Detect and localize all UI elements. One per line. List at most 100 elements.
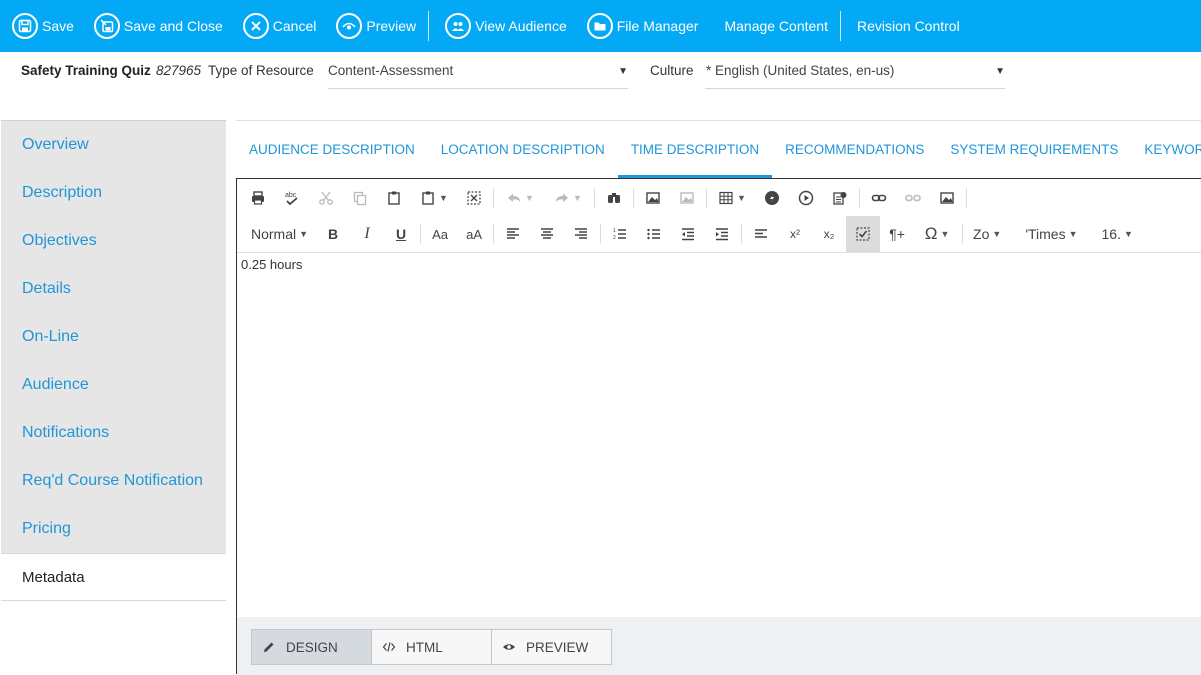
chevron-down-icon: ▼ bbox=[618, 66, 628, 77]
sidebar-item-overview[interactable]: Overview bbox=[1, 121, 226, 169]
font-name-select[interactable]: 'Times ▼ bbox=[1009, 216, 1085, 252]
sidebar-item-notifications[interactable]: Notifications bbox=[1, 409, 226, 457]
title-case-button[interactable]: Aa bbox=[423, 216, 457, 252]
preview-button[interactable]: Preview bbox=[324, 0, 424, 52]
html-mode-button[interactable]: HTML bbox=[371, 629, 492, 665]
find-replace-icon[interactable] bbox=[597, 180, 631, 216]
editor-content[interactable]: 0.25 hours bbox=[241, 257, 302, 272]
sidebar-item-metadata[interactable]: Metadata bbox=[1, 553, 226, 601]
manage-content-label: Manage Content bbox=[724, 18, 828, 34]
toolbar-separator bbox=[633, 187, 634, 208]
outdent-icon[interactable] bbox=[671, 216, 705, 252]
manage-content-button[interactable]: Manage Content bbox=[706, 0, 836, 52]
align-center-icon[interactable] bbox=[530, 216, 564, 252]
special-characters-dropdown[interactable]: Ω ▼ bbox=[914, 216, 960, 252]
align-right-icon[interactable] bbox=[564, 216, 598, 252]
underline-button[interactable]: U bbox=[384, 216, 418, 252]
paste-icon[interactable] bbox=[377, 180, 411, 216]
preview-mode-button[interactable]: PREVIEW bbox=[491, 629, 612, 665]
type-of-resource-value: Content-Assessment bbox=[328, 63, 454, 78]
paste-options-dropdown[interactable]: ▼ bbox=[411, 180, 457, 216]
sidebar-item-description[interactable]: Description bbox=[1, 169, 226, 217]
tab-system-requirements[interactable]: SYSTEM REQUIREMENTS bbox=[937, 120, 1131, 178]
top-toolbar: Save Save and Close Cancel Preview View … bbox=[0, 0, 1201, 52]
sidebar-item-details[interactable]: Details bbox=[1, 265, 226, 313]
toolbar-divider bbox=[839, 11, 841, 41]
view-audience-button[interactable]: View Audience bbox=[433, 0, 575, 52]
editor-mode-bar: DESIGN HTML PREVIEW bbox=[237, 617, 1201, 675]
culture-select[interactable]: * English (United States, en-us) ▼ bbox=[705, 56, 1005, 89]
sidebar-item-on-line[interactable]: On-Line bbox=[1, 313, 226, 361]
toolbar-separator bbox=[966, 187, 967, 208]
zoom-value: Zo bbox=[973, 226, 990, 242]
revision-control-button[interactable]: Revision Control bbox=[845, 0, 968, 52]
paragraph-format-select[interactable]: Normal ▼ bbox=[241, 216, 316, 252]
spellcheck-icon[interactable]: abc bbox=[275, 180, 309, 216]
media-icon[interactable] bbox=[789, 180, 823, 216]
chevron-down-icon: ▼ bbox=[1123, 229, 1133, 239]
bold-button[interactable]: B bbox=[316, 216, 350, 252]
redo-dropdown[interactable]: ▼ bbox=[544, 180, 592, 216]
type-of-resource-select[interactable]: Content-Assessment ▼ bbox=[328, 56, 628, 89]
toggle-case-button[interactable]: aA bbox=[457, 216, 491, 252]
unlink-icon[interactable] bbox=[896, 180, 930, 216]
justify-icon[interactable] bbox=[744, 216, 778, 252]
tab-keywords[interactable]: KEYWORDS bbox=[1131, 120, 1201, 178]
tab-audience-description[interactable]: AUDIENCE DESCRIPTION bbox=[236, 120, 428, 178]
toolbar-separator bbox=[600, 224, 602, 244]
chevron-down-icon: ▼ bbox=[525, 192, 534, 203]
view-audience-label: View Audience bbox=[475, 18, 567, 34]
chevron-down-icon: ▼ bbox=[573, 192, 582, 203]
preview-mode-label: PREVIEW bbox=[526, 639, 589, 655]
image-properties-icon[interactable] bbox=[670, 180, 704, 216]
sidebar: Overview Description Objectives Details … bbox=[1, 120, 226, 601]
cancel-button[interactable]: Cancel bbox=[231, 0, 325, 52]
undo-dropdown[interactable]: ▼ bbox=[496, 180, 544, 216]
sidebar-item-reqd-course-notification[interactable]: Req'd Course Notification bbox=[1, 457, 226, 505]
toolbar-separator bbox=[493, 187, 494, 208]
toolbar-separator bbox=[594, 187, 595, 208]
design-mode-button[interactable]: DESIGN bbox=[251, 629, 372, 665]
document-manager-icon[interactable] bbox=[823, 180, 857, 216]
table-dropdown[interactable]: ▼ bbox=[709, 180, 755, 216]
cut-icon[interactable] bbox=[309, 180, 343, 216]
numbered-list-icon[interactable]: 12 bbox=[603, 216, 637, 252]
image-icon[interactable] bbox=[636, 180, 670, 216]
tab-time-description[interactable]: TIME DESCRIPTION bbox=[617, 120, 773, 178]
culture-value: * English (United States, en-us) bbox=[706, 63, 895, 78]
chevron-down-icon: ▼ bbox=[992, 229, 1002, 239]
zoom-select[interactable]: Zo ▼ bbox=[965, 216, 1009, 252]
editor-toolbar-row-2: Normal ▼ B I U Aa aA 12 x² x₂ ¶+ Ω ▼ Zo ▼ '… bbox=[237, 216, 1201, 253]
save-icon bbox=[12, 13, 38, 39]
link-icon[interactable] bbox=[862, 180, 896, 216]
chevron-down-icon: ▼ bbox=[439, 192, 448, 203]
superscript-button[interactable]: x² bbox=[778, 216, 812, 252]
tab-location-description[interactable]: LOCATION DESCRIPTION bbox=[428, 120, 618, 178]
save-button[interactable]: Save bbox=[0, 0, 82, 52]
indent-icon[interactable] bbox=[705, 216, 739, 252]
tab-recommendations[interactable]: RECOMMENDATIONS bbox=[772, 120, 937, 178]
insert-paragraph-button[interactable]: ¶+ bbox=[880, 216, 914, 252]
save-and-close-button[interactable]: Save and Close bbox=[82, 0, 231, 52]
save-and-close-label: Save and Close bbox=[123, 18, 223, 34]
select-all-icon[interactable] bbox=[457, 180, 491, 216]
svg-text:2: 2 bbox=[613, 235, 616, 241]
print-icon[interactable] bbox=[241, 180, 275, 216]
image-map-icon[interactable] bbox=[930, 180, 964, 216]
sidebar-item-pricing[interactable]: Pricing bbox=[1, 505, 226, 553]
align-left-icon[interactable] bbox=[496, 216, 530, 252]
toolbar-separator bbox=[741, 224, 743, 244]
resource-header: Safety Training Quiz 827965 Type of Reso… bbox=[0, 52, 1201, 120]
italic-button[interactable]: I bbox=[350, 216, 384, 252]
sidebar-item-objectives[interactable]: Objectives bbox=[1, 217, 226, 265]
subscript-button[interactable]: x₂ bbox=[812, 216, 846, 252]
toolbar-separator bbox=[859, 187, 860, 208]
copy-icon[interactable] bbox=[343, 180, 377, 216]
bullet-list-icon[interactable] bbox=[637, 216, 671, 252]
file-manager-button[interactable]: File Manager bbox=[575, 0, 707, 52]
flash-icon[interactable] bbox=[755, 180, 789, 216]
font-size-select[interactable]: 16. ▼ bbox=[1086, 216, 1141, 252]
format-stripper-icon[interactable] bbox=[846, 216, 881, 252]
eye-icon bbox=[503, 644, 515, 650]
sidebar-item-audience[interactable]: Audience bbox=[1, 361, 226, 409]
